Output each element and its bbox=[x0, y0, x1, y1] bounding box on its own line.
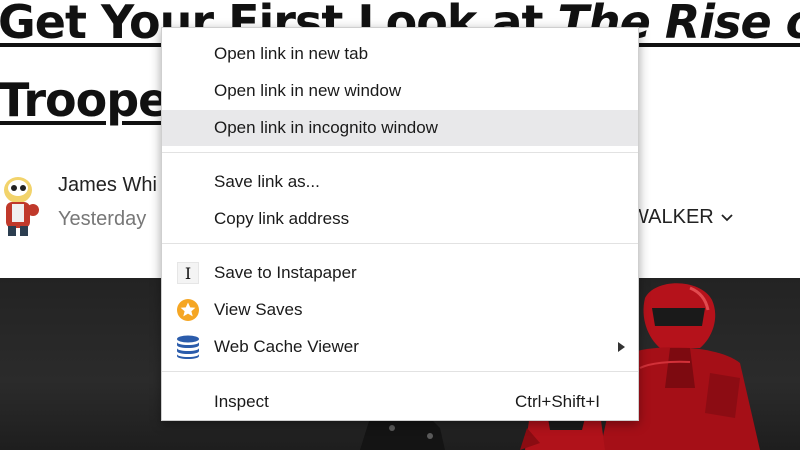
context-menu: Open link in new tab Open link in new wi… bbox=[161, 27, 639, 421]
menu-item-label: Save to Instapaper bbox=[214, 263, 357, 282]
menu-separator bbox=[162, 371, 638, 372]
avatar-character-image bbox=[4, 177, 39, 236]
tag-label: WALKER bbox=[630, 206, 714, 228]
browser-page: Get Your First Look at The Rise of Troop… bbox=[0, 0, 800, 450]
author-avatar[interactable] bbox=[0, 166, 42, 238]
menu-item-open-new-tab[interactable]: Open link in new tab bbox=[162, 36, 638, 72]
menu-separator bbox=[162, 243, 638, 244]
svg-text:I: I bbox=[185, 264, 191, 283]
tag-dropdown[interactable]: WALKER bbox=[630, 206, 734, 229]
menu-item-inspect[interactable]: Inspect Ctrl+Shift+I bbox=[162, 384, 638, 420]
menu-item-label: Open link in new window bbox=[214, 81, 402, 100]
menu-item-label: Open link in incognito window bbox=[214, 118, 438, 137]
menu-item-open-incognito[interactable]: Open link in incognito window bbox=[162, 110, 638, 146]
menu-item-label: Save link as... bbox=[214, 172, 320, 191]
submenu-arrow-icon bbox=[618, 342, 625, 352]
post-date: Yesterday bbox=[58, 208, 147, 230]
keyboard-shortcut: Ctrl+Shift+I bbox=[514, 392, 600, 411]
chevron-down-icon bbox=[721, 213, 733, 221]
menu-item-web-cache-viewer[interactable]: Web Cache Viewer bbox=[162, 329, 638, 365]
instapaper-icon: I bbox=[175, 260, 201, 286]
menu-item-save-to-instapaper[interactable]: I Save to Instapaper bbox=[162, 255, 638, 291]
author-name[interactable]: James Whi bbox=[58, 174, 157, 197]
menu-item-copy-link-address[interactable]: Copy link address bbox=[162, 201, 638, 237]
menu-item-view-saves[interactable]: View Saves bbox=[162, 292, 638, 328]
star-badge-icon bbox=[175, 297, 201, 323]
menu-item-label: View Saves bbox=[214, 300, 303, 319]
menu-separator bbox=[162, 152, 638, 153]
menu-item-label: Inspect bbox=[214, 392, 269, 411]
menu-item-label: Copy link address bbox=[214, 209, 350, 228]
menu-item-label: Open link in new tab bbox=[214, 44, 369, 63]
menu-item-open-new-window[interactable]: Open link in new window bbox=[162, 73, 638, 109]
menu-item-label: Web Cache Viewer bbox=[214, 337, 359, 356]
database-icon bbox=[175, 334, 201, 360]
menu-item-save-link-as[interactable]: Save link as... bbox=[162, 164, 638, 200]
